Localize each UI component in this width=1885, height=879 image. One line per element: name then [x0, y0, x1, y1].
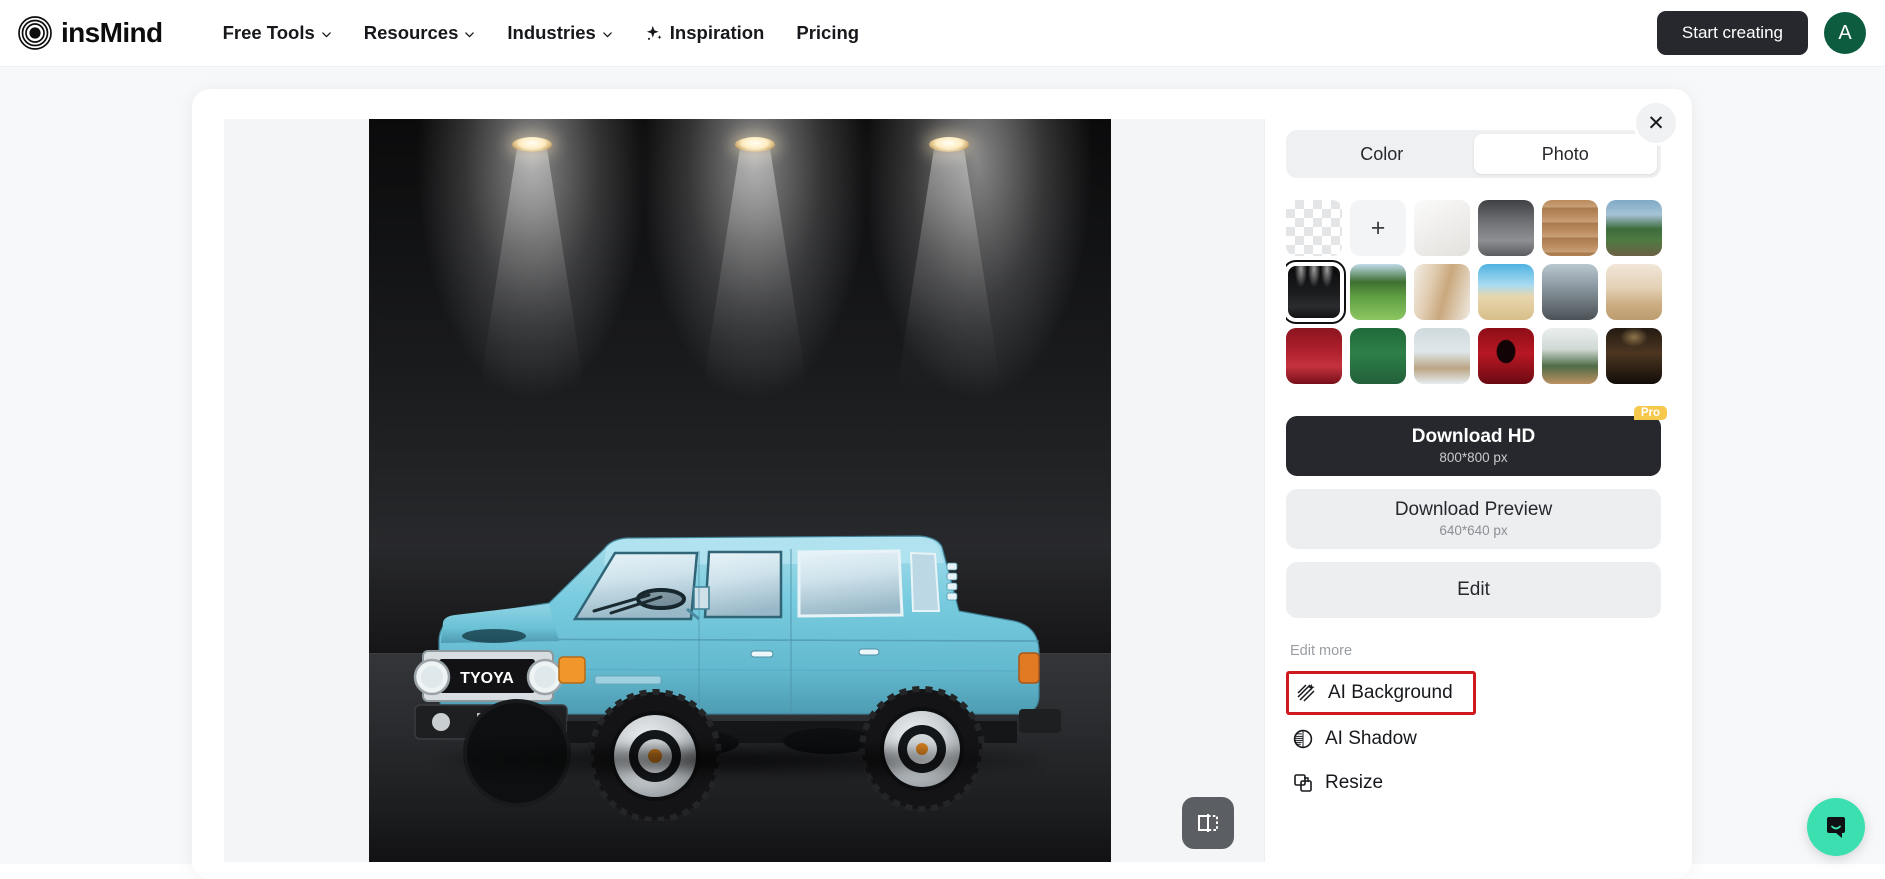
- compare-split-icon: [1198, 814, 1218, 832]
- spotlight-3: [895, 137, 1003, 399]
- thumb-beige-curtain-room[interactable]: [1414, 264, 1470, 320]
- nav-item-free-tools[interactable]: Free Tools: [207, 14, 348, 52]
- image-canvas[interactable]: TYOYA: [224, 119, 1264, 862]
- chat-bubble-icon: [1827, 817, 1845, 838]
- start-creating-button[interactable]: Start creating: [1656, 11, 1808, 55]
- nav-item-industries[interactable]: Industries: [491, 14, 628, 52]
- background-type-tabs: Color Photo: [1286, 130, 1661, 178]
- thumb-green-wall-xmas-tree[interactable]: [1350, 328, 1406, 384]
- thumb-dark-studio-spotlights[interactable]: [1286, 260, 1346, 324]
- edit-more-item-label: AI Shadow: [1325, 728, 1417, 749]
- chevron-down-icon: [465, 31, 475, 38]
- download-hd-label: Download HD: [1411, 426, 1536, 448]
- background-settings-panel: Color Photo + Pro Download HD 800*800 px: [1286, 130, 1667, 860]
- thumb-wood-slice-snow[interactable]: [1414, 328, 1470, 384]
- thumb-red-arch-stage[interactable]: [1478, 328, 1534, 384]
- chevron-down-icon: [321, 31, 331, 38]
- background-thumbnail-grid[interactable]: +: [1286, 200, 1662, 392]
- nav-item-label: Inspiration: [669, 22, 765, 43]
- edit-more-item-ai-background[interactable]: AI Background: [1286, 671, 1476, 715]
- thumb-xmas-tree-window[interactable]: [1542, 328, 1598, 384]
- nav-item-label: Pricing: [796, 22, 860, 43]
- tab-photo[interactable]: Photo: [1473, 134, 1657, 174]
- thumb-paris-cobblestone[interactable]: [1542, 264, 1598, 320]
- vehicle-ground-shadow: [439, 743, 1039, 777]
- brand-name: insMind: [61, 17, 163, 48]
- nav-item-pricing[interactable]: Pricing: [780, 14, 875, 52]
- chat-support-button[interactable]: [1807, 798, 1865, 856]
- thumb-tropical-beach[interactable]: [1478, 264, 1534, 320]
- edit-more-item-resize[interactable]: Resize: [1286, 761, 1664, 805]
- brand-logo[interactable]: insMind: [18, 16, 163, 50]
- thumb-mountain-lake[interactable]: [1606, 200, 1662, 256]
- thumb-white-marble[interactable]: [1414, 200, 1470, 256]
- edit-more-heading: Edit more: [1290, 643, 1353, 659]
- resize-icon: [1294, 774, 1312, 792]
- edit-button[interactable]: Edit: [1286, 562, 1661, 618]
- thumb-transparent[interactable]: [1286, 200, 1342, 256]
- sparkle-icon: [646, 25, 662, 40]
- nav-item-resources[interactable]: Resources: [348, 14, 492, 52]
- thumb-red-podium-baubles[interactable]: [1286, 328, 1342, 384]
- nav-item-label: Resources: [363, 22, 459, 43]
- download-hd-size: 800*800 px: [1439, 449, 1508, 465]
- tab-color[interactable]: Color: [1290, 134, 1474, 174]
- top-navigation-bar: insMind Free Tools Resources Industries: [0, 0, 1885, 67]
- thumb-christmas-living-room[interactable]: [1606, 264, 1662, 320]
- thumb-add-custom[interactable]: +: [1350, 200, 1406, 256]
- spotlight-2: [701, 137, 809, 399]
- chevron-down-icon: [602, 31, 612, 38]
- download-hd-button[interactable]: Pro Download HD 800*800 px: [1286, 406, 1667, 476]
- nav-right-actions: Start creating A: [1656, 11, 1866, 55]
- download-preview-label: Download Preview: [1394, 499, 1553, 521]
- ai-background-icon: [1297, 683, 1315, 702]
- vehicle-subject: TYOYA: [399, 491, 1089, 823]
- nav-item-label: Industries: [507, 22, 596, 43]
- thumb-green-meadow-trees[interactable]: [1350, 264, 1406, 320]
- pro-badge: Pro: [1633, 406, 1667, 420]
- download-preview-size: 640*640 px: [1439, 522, 1508, 538]
- download-preview-button[interactable]: Download Preview 640*640 px: [1286, 489, 1661, 549]
- edit-more-item-label: Resize: [1325, 772, 1384, 793]
- close-icon[interactable]: ✕: [1633, 100, 1679, 146]
- thumb-wood-planks[interactable]: [1542, 200, 1598, 256]
- edit-more-item-label: AI Background: [1328, 682, 1453, 703]
- user-avatar[interactable]: A: [1824, 12, 1866, 54]
- panel-divider: [1264, 119, 1265, 862]
- edit-more-item-ai-shadow[interactable]: AI Shadow: [1286, 717, 1664, 761]
- result-photo: TYOYA: [369, 119, 1111, 862]
- nav-menu: Free Tools Resources Industries Inspirat…: [207, 14, 876, 52]
- thumb-dark-gold-podium[interactable]: [1606, 328, 1662, 384]
- compare-before-after-button[interactable]: [1182, 797, 1234, 849]
- nav-item-inspiration[interactable]: Inspiration: [629, 14, 781, 52]
- nav-item-label: Free Tools: [222, 22, 315, 43]
- spotlight-1: [478, 137, 586, 399]
- license-plate-text: TYOYA: [460, 670, 514, 687]
- thumb-gray-concrete[interactable]: [1478, 200, 1534, 256]
- ai-shadow-icon: [1293, 729, 1313, 749]
- concentric-circles-logo-icon: [18, 16, 52, 50]
